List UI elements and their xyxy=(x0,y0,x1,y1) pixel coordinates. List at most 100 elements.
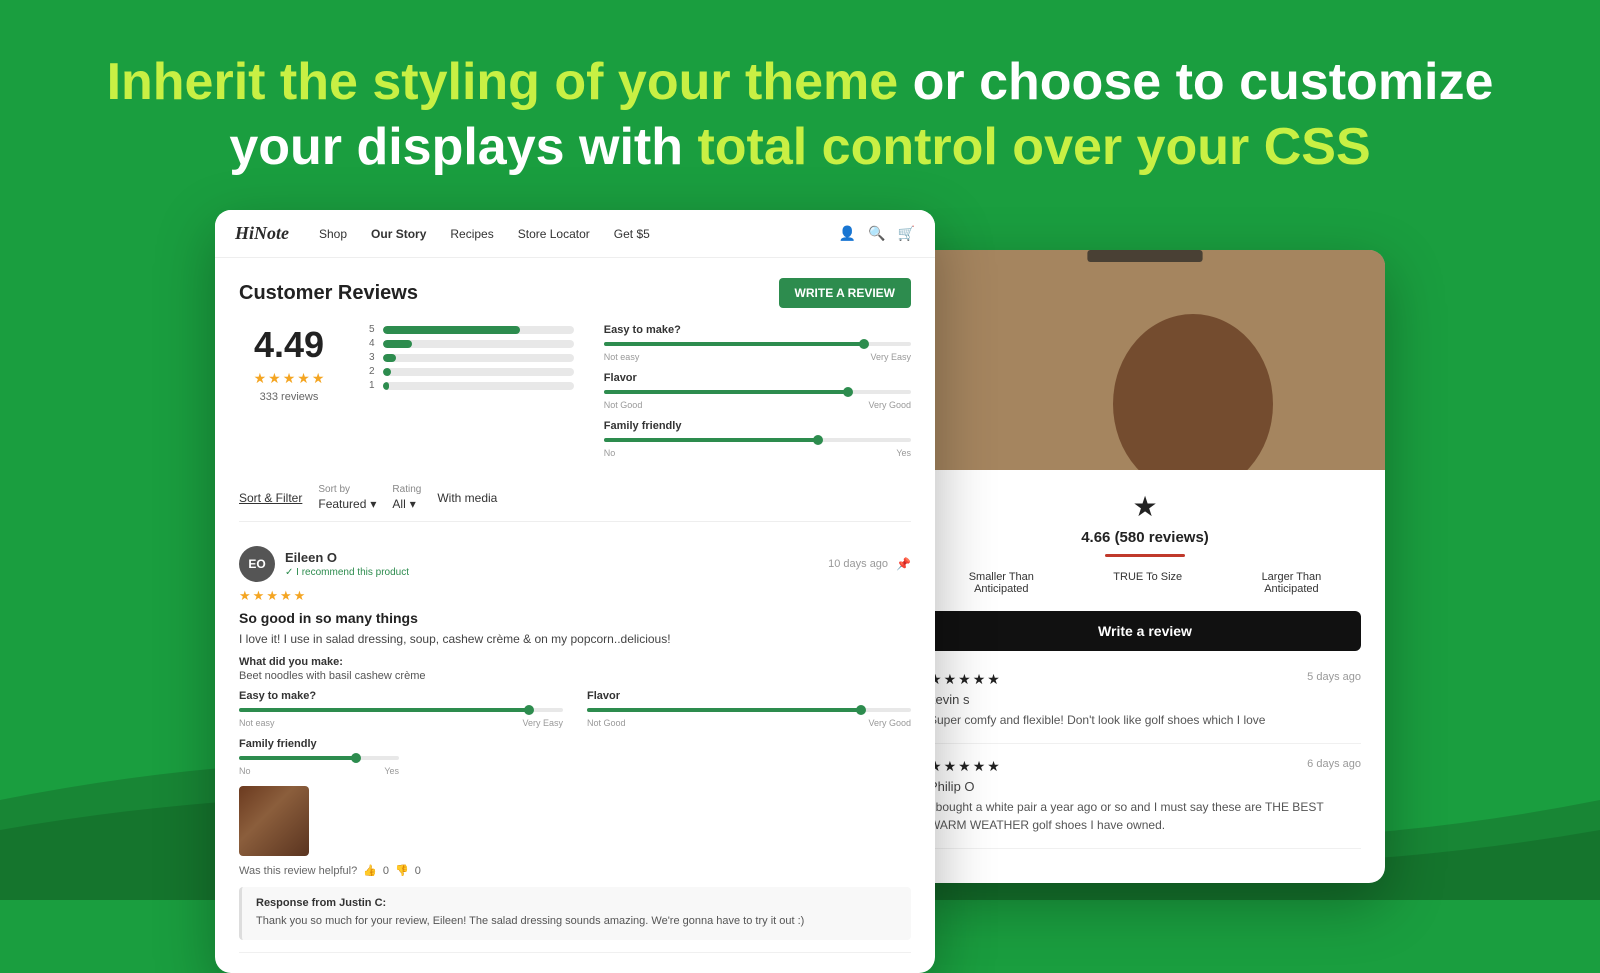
bar-label-1: 1 xyxy=(369,380,377,391)
family-friendly-inline-track xyxy=(239,756,399,760)
right-review-panel: ★ 4.66 (580 reviews) Smaller ThanAnticip… xyxy=(905,470,1385,883)
family-friendly-inline: Family friendly No Yes xyxy=(239,738,911,776)
reviewer-initials: EO xyxy=(248,557,265,571)
with-media-filter[interactable]: With media xyxy=(437,491,497,505)
fit-true-label: TRUE To Size xyxy=(1113,571,1182,583)
search-icon[interactable]: 🔍 xyxy=(868,225,885,242)
bar-fill-4 xyxy=(383,340,412,348)
nav-link-shop[interactable]: Shop xyxy=(319,227,347,241)
thumbs-up-icon[interactable]: 👍 xyxy=(363,864,377,877)
sort-filter-row: Sort & Filter Sort by Featured ▾ Rating … xyxy=(239,484,911,522)
thumbs-up-count: 0 xyxy=(383,865,389,877)
inline-family-yes: Yes xyxy=(384,766,399,776)
cart-icon[interactable]: 🛒 xyxy=(898,225,915,242)
flavor-thumb xyxy=(843,387,853,397)
nav-link-get5[interactable]: Get $5 xyxy=(614,227,650,241)
sort-chevron-icon: ▾ xyxy=(370,497,376,511)
r2-star2: ★ xyxy=(944,758,957,775)
inline-flavor-slider: Flavor Not Good Very Good xyxy=(587,690,911,728)
easy-to-make-label: Easy to make? xyxy=(604,324,911,336)
nav-link-store-locator[interactable]: Store Locator xyxy=(518,227,590,241)
sort-select[interactable]: Featured ▾ xyxy=(318,497,376,511)
bar-label-4: 4 xyxy=(369,338,377,349)
nav-logo: HiNote xyxy=(235,223,289,244)
review-star-3: ★ xyxy=(266,588,278,604)
r2-star5: ★ xyxy=(987,758,1000,775)
sort-by-label: Sort by xyxy=(318,484,376,495)
inline-flavor-fill xyxy=(587,708,862,712)
family-friendly-thumb xyxy=(813,435,823,445)
account-icon[interactable]: 👤 xyxy=(839,225,856,242)
star-2: ★ xyxy=(268,370,281,387)
review-count: 333 reviews xyxy=(239,391,339,403)
inline-easy-track xyxy=(239,708,563,712)
r1-star3: ★ xyxy=(958,671,971,688)
reviewer-name: Eileen O xyxy=(285,550,409,565)
inline-family-no: No xyxy=(239,766,251,776)
right-reviewer-name-2: Philip O xyxy=(929,779,1361,794)
stars-row: ★ ★ ★ ★ ★ xyxy=(239,370,339,387)
inline-sliders: Easy to make? Not easy Very Easy Flavor xyxy=(239,690,911,728)
bar-fill-3 xyxy=(383,354,396,362)
write-review-right-button[interactable]: Write a review xyxy=(929,611,1361,651)
star-3: ★ xyxy=(283,370,296,387)
family-friendly-endpoints: No Yes xyxy=(604,448,911,458)
inline-easy-label: Easy to make? xyxy=(239,690,563,702)
rating-chevron-icon: ▾ xyxy=(410,497,416,511)
right-review-top-1: ★ ★ ★ ★ ★ 5 days ago xyxy=(929,671,1361,688)
write-review-button[interactable]: WRITE A REVIEW xyxy=(779,278,911,308)
inline-very-easy: Very Easy xyxy=(522,718,563,728)
inline-flavor-thumb xyxy=(856,705,866,715)
rating-number: 4.49 xyxy=(239,324,339,366)
bar-row-4: 4 xyxy=(369,338,574,349)
easy-very-easy: Very Easy xyxy=(870,352,911,362)
fit-larger-label: Larger ThanAnticipated xyxy=(1262,571,1322,595)
verified-badge: ✓ I recommend this product xyxy=(285,567,409,578)
right-review-stars-2: ★ ★ ★ ★ ★ xyxy=(929,758,1000,775)
fit-smaller-label: Smaller ThanAnticipated xyxy=(969,571,1034,595)
inline-flavor-track xyxy=(587,708,911,712)
bar-track-4 xyxy=(383,340,574,348)
fit-smaller: Smaller ThanAnticipated xyxy=(969,571,1034,595)
screenshot-left: HiNote Shop Our Story Recipes Store Loca… xyxy=(215,210,935,973)
inline-easy-endpoints: Not easy Very Easy xyxy=(239,718,563,728)
overall-rating: 4.49 ★ ★ ★ ★ ★ 333 reviews xyxy=(239,324,339,468)
review-header: Customer Reviews WRITE A REVIEW xyxy=(239,278,911,308)
easy-to-make-endpoints: Not easy Very Easy xyxy=(604,352,911,362)
sort-filter-link[interactable]: Sort & Filter xyxy=(239,491,302,505)
easy-to-make-thumb xyxy=(859,339,869,349)
right-review-text-2: I bought a white pair a year ago or so a… xyxy=(929,798,1361,834)
right-reviewer-name-1: kevin s xyxy=(929,692,1361,707)
reviewer-info: Eileen O ✓ I recommend this product xyxy=(285,550,409,578)
family-friendly-label: Family friendly xyxy=(604,420,911,432)
rating-bars: 5 4 3 xyxy=(369,324,574,468)
pin-icon: 📌 xyxy=(896,557,911,571)
bar-row-1: 1 xyxy=(369,380,574,391)
inline-easy-thumb xyxy=(524,705,534,715)
headline-highlight: total control over your CSS xyxy=(697,118,1370,176)
right-review-item-1: ★ ★ ★ ★ ★ 5 days ago kevin s Super comfy… xyxy=(929,671,1361,744)
response-from: Response from Justin C: xyxy=(256,897,897,909)
fit-true: TRUE To Size xyxy=(1113,571,1182,595)
bar-row-2: 2 xyxy=(369,366,574,377)
r1-star2: ★ xyxy=(944,671,957,688)
headline: Inherit the styling of your theme or cho… xyxy=(100,50,1500,180)
star-4: ★ xyxy=(297,370,310,387)
rating-select[interactable]: All ▾ xyxy=(392,497,421,511)
nav-link-recipes[interactable]: Recipes xyxy=(450,227,493,241)
fit-indicator-bar xyxy=(1105,554,1185,557)
nav-link-our-story[interactable]: Our Story xyxy=(371,227,426,241)
bar-label-2: 2 xyxy=(369,366,377,377)
made-item: Beet noodles with basil cashew crème xyxy=(239,670,911,682)
bar-track-5 xyxy=(383,326,574,334)
review-stars: ★ ★ ★ ★ ★ xyxy=(239,588,911,604)
headline-part2: your displays with xyxy=(229,118,697,176)
easy-to-make-fill xyxy=(604,342,865,346)
thumbs-down-icon[interactable]: 👎 xyxy=(395,864,409,877)
headline-part1: Inherit the styling of your theme xyxy=(107,53,899,111)
right-review-top-2: ★ ★ ★ ★ ★ 6 days ago xyxy=(929,758,1361,775)
fit-larger: Larger ThanAnticipated xyxy=(1262,571,1322,595)
review-star-1: ★ xyxy=(239,588,251,604)
product-image xyxy=(905,250,1385,470)
star-1: ★ xyxy=(254,370,267,387)
